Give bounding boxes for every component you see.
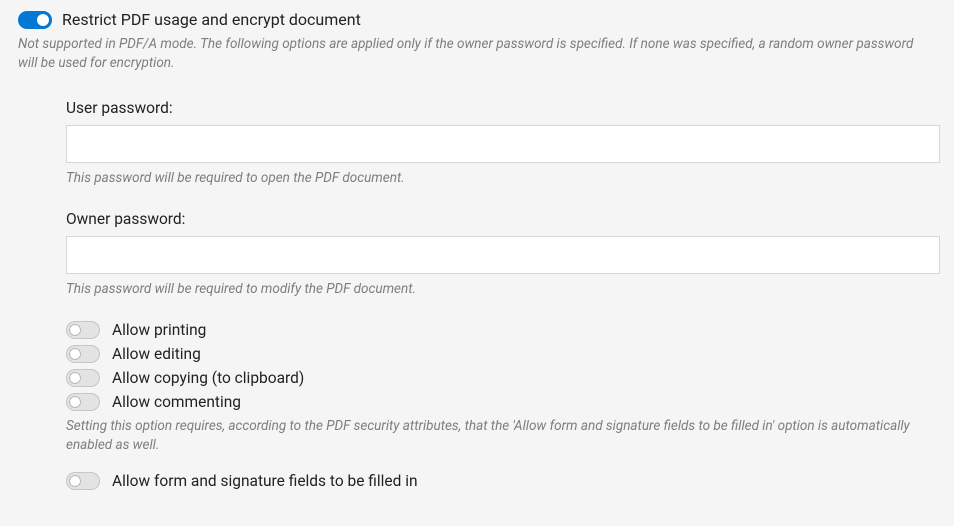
user-password-input[interactable]	[66, 125, 940, 163]
allow-commenting-toggle[interactable]	[66, 393, 100, 411]
user-password-help: This password will be required to open t…	[66, 169, 936, 188]
owner-password-label: Owner password:	[66, 210, 936, 228]
allow-form-fill-label: Allow form and signature fields to be fi…	[112, 472, 418, 490]
allow-form-fill-toggle[interactable]	[66, 472, 100, 490]
owner-password-group: Owner password: This password will be re…	[66, 210, 936, 299]
allow-commenting-label: Allow commenting	[112, 393, 241, 411]
user-password-label: User password:	[66, 99, 936, 117]
restrict-pdf-help: Not supported in PDF/A mode. The followi…	[18, 35, 936, 73]
allow-copying-label: Allow copying (to clipboard)	[112, 369, 304, 387]
allow-editing-label: Allow editing	[112, 345, 201, 363]
allow-form-fill-row: Allow form and signature fields to be fi…	[66, 472, 936, 490]
allow-commenting-row: Allow commenting	[66, 393, 936, 411]
restrict-pdf-label: Restrict PDF usage and encrypt document	[62, 10, 361, 29]
restrict-pdf-header: Restrict PDF usage and encrypt document	[18, 10, 936, 29]
permission-options: Allow printing Allow editing Allow copyi…	[66, 321, 936, 411]
user-password-group: User password: This password will be req…	[66, 99, 936, 188]
settings-indent-block: User password: This password will be req…	[66, 99, 936, 490]
allow-copying-toggle[interactable]	[66, 369, 100, 387]
owner-password-input[interactable]	[66, 236, 940, 274]
commenting-help-text: Setting this option requires, according …	[66, 417, 936, 456]
owner-password-help: This password will be required to modify…	[66, 280, 936, 299]
allow-copying-row: Allow copying (to clipboard)	[66, 369, 936, 387]
restrict-pdf-toggle[interactable]	[18, 11, 52, 29]
allow-editing-toggle[interactable]	[66, 345, 100, 363]
allow-printing-label: Allow printing	[112, 321, 206, 339]
allow-editing-row: Allow editing	[66, 345, 936, 363]
allow-printing-toggle[interactable]	[66, 321, 100, 339]
allow-printing-row: Allow printing	[66, 321, 936, 339]
